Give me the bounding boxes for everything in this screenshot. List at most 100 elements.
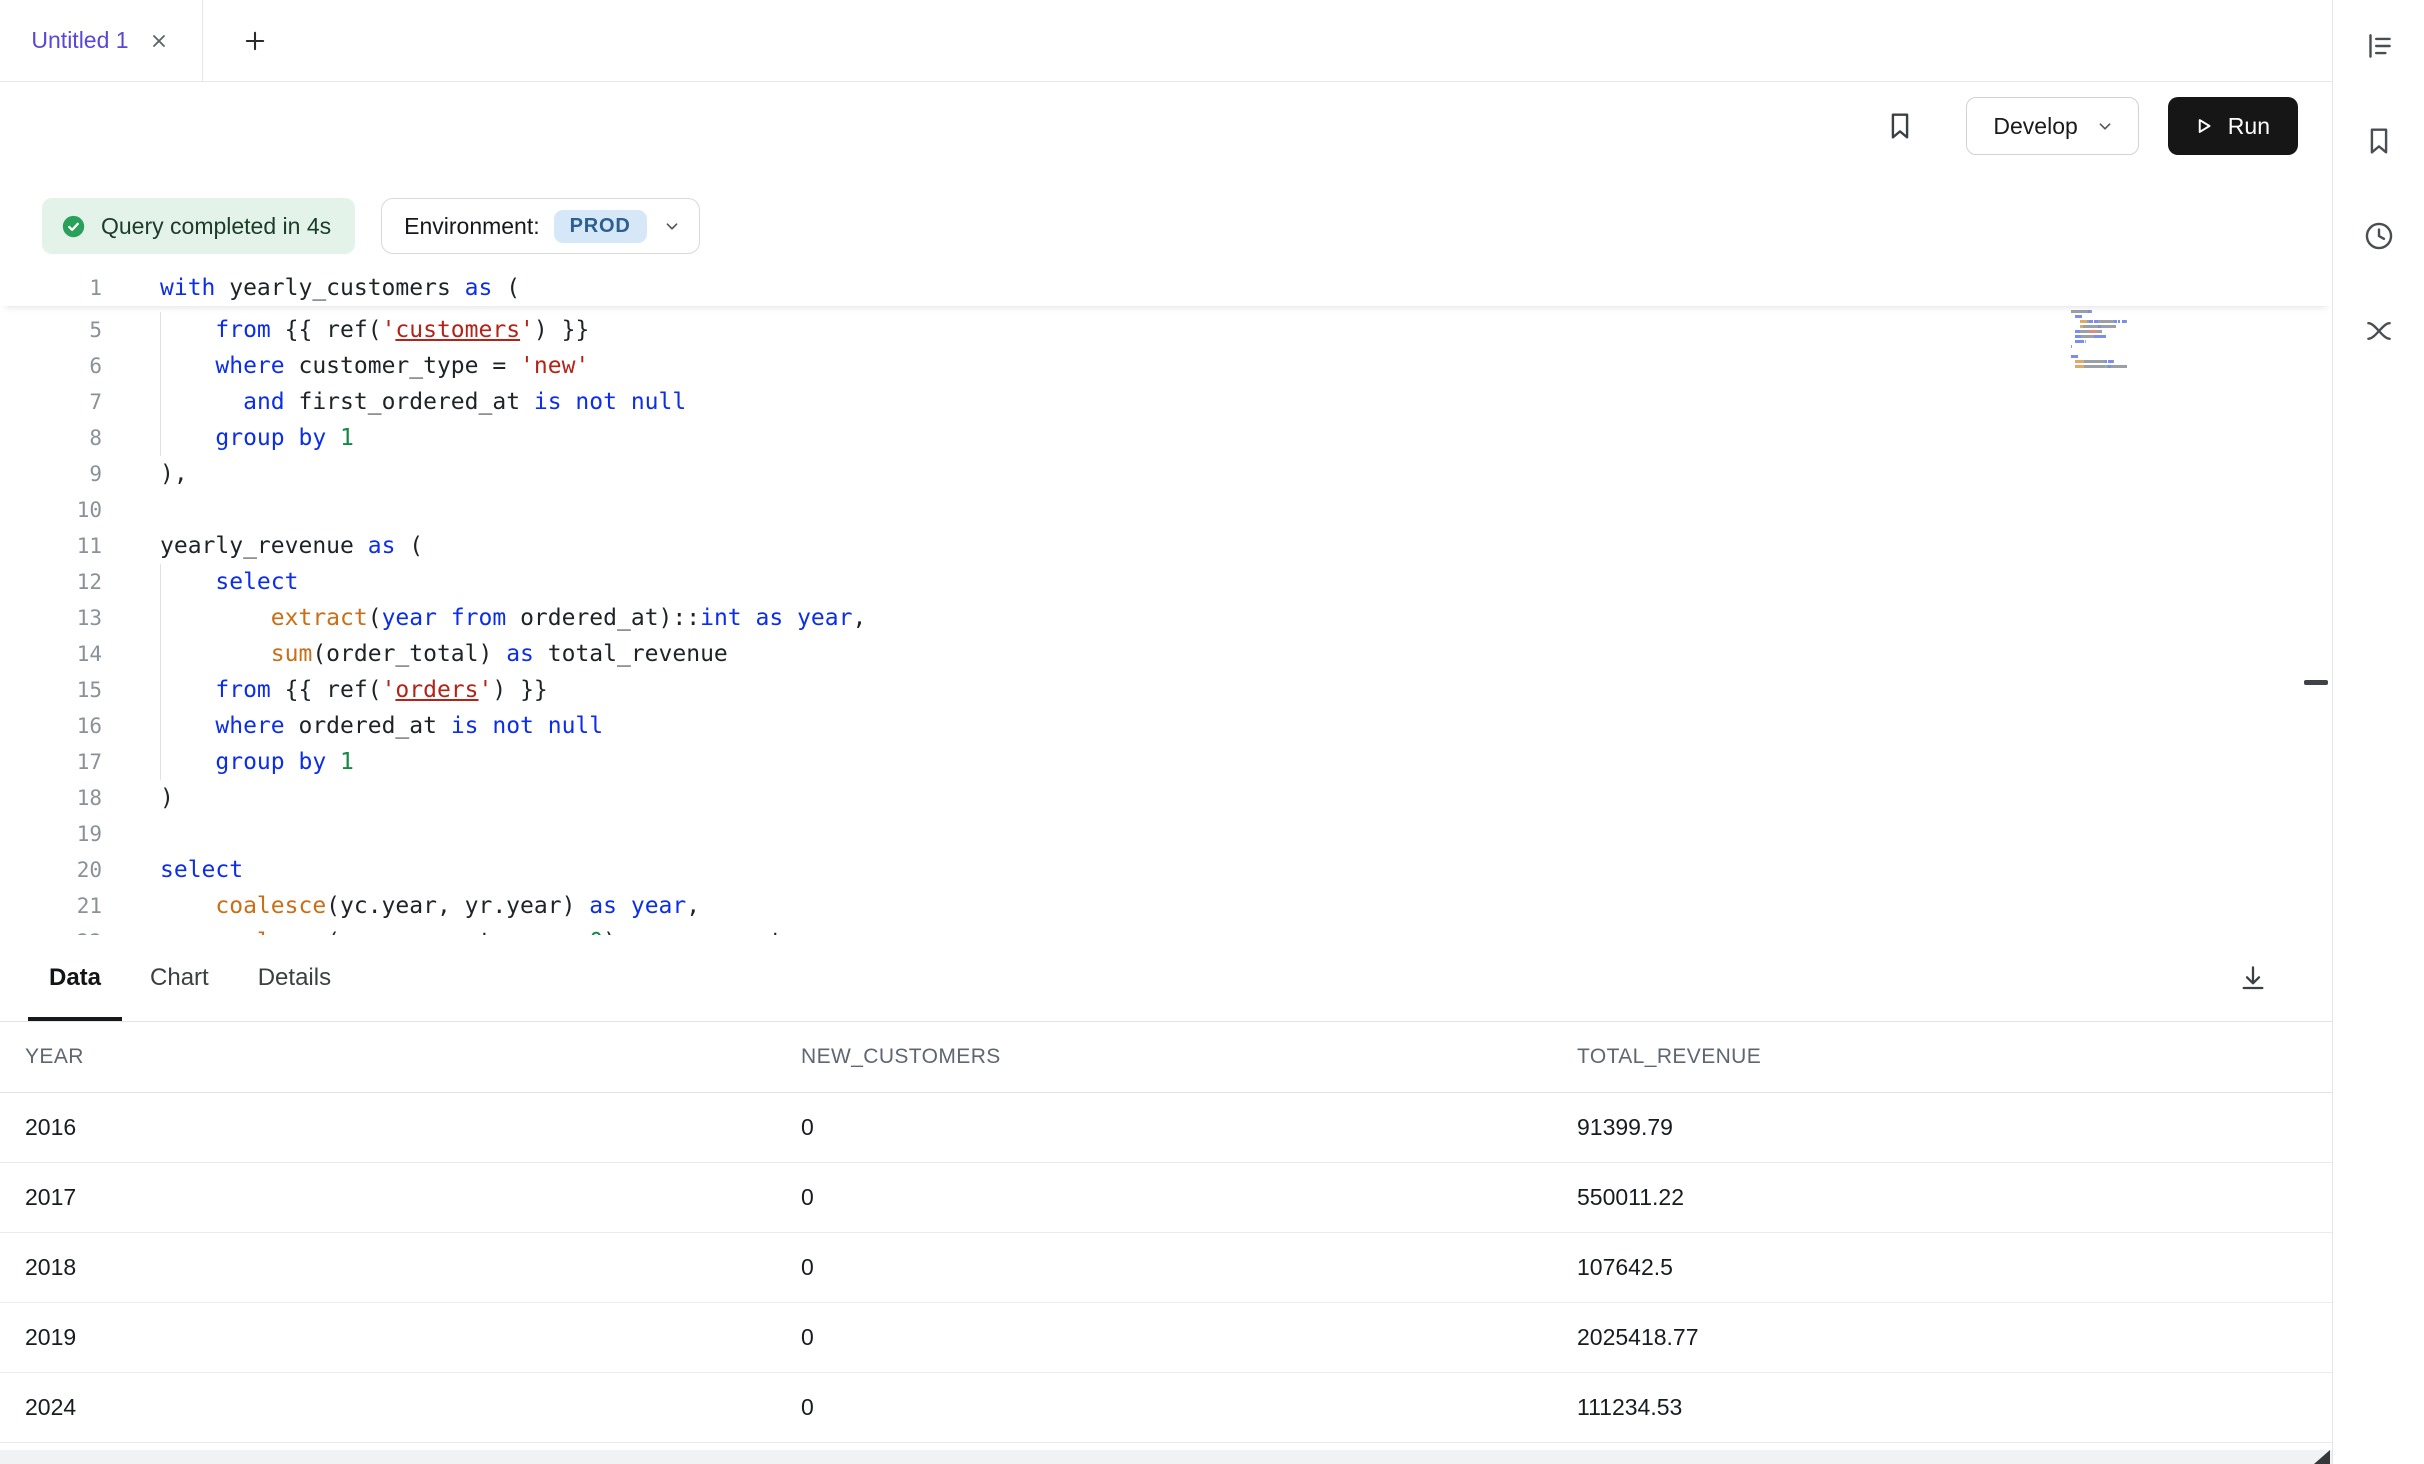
code-text: from {{ ref('customers') }} [102,312,589,348]
code-line[interactable]: 6 where customer_type = 'new' [0,348,2332,384]
minimap-row [2071,360,2184,363]
sticky-scroll-line[interactable]: 1with yearly_customers as ( [0,270,2332,306]
code-token [160,677,215,703]
line-number: 15 [0,672,102,708]
code-line[interactable]: 22 coalesce(yc.new_customers, 0) as new_… [0,924,2332,935]
line-number: 20 [0,852,102,888]
code-token: select [160,857,243,883]
line-number: 9 [0,456,102,492]
tab-untitled-1[interactable]: Untitled 1 [0,0,203,81]
line-number: 22 [0,924,102,935]
develop-dropdown-button[interactable]: Develop [1966,97,2138,155]
code-token: year [631,893,686,919]
code-line[interactable]: 10 [0,492,2332,528]
code-text: and first_ordered_at is not null [102,384,686,420]
code-line[interactable]: 14 sum(order_total) as total_revenue [0,636,2332,672]
code-line[interactable]: 12 select [0,564,2332,600]
resize-grip-icon[interactable] [2314,1450,2330,1464]
code-line[interactable]: 9), [0,456,2332,492]
indent-guide [160,564,161,780]
bookmark-rail-button[interactable] [2355,117,2403,165]
close-icon [147,29,171,53]
table-cell: 0 [801,1324,1577,1351]
horizontal-scrollbar[interactable] [0,1450,2332,1464]
code-token [160,713,215,739]
sticky-code-line[interactable]: 1with yearly_customers as ( [0,270,2332,306]
line-number: 8 [0,420,102,456]
column-header: YEAR [25,1045,801,1069]
document-outline-button[interactable] [2355,22,2403,70]
code-token: as [368,533,396,559]
bookmark-button[interactable] [1876,102,1924,150]
environment-value-badge: PROD [554,210,647,243]
table-cell: 0 [801,1114,1577,1141]
history-button[interactable] [2355,212,2403,260]
editor-tab-bar: Untitled 1 [0,0,2332,82]
results-tabs: Data Chart Details [49,935,380,1021]
column-header: NEW_CUSTOMERS [801,1045,1577,1069]
results-tab-chart[interactable]: Chart [150,935,209,1021]
code-token: {{ ref( [271,317,382,343]
code-token: new_customers, [659,929,867,935]
code-token: {{ ref( [271,677,382,703]
table-row: 2016091399.79 [0,1093,2332,1163]
code-line[interactable]: 5 from {{ ref('customers') }} [0,312,2332,348]
code-token: ( [395,533,423,559]
code-token: (order_total) [312,641,506,667]
code-line[interactable]: 8 group by 1 [0,420,2332,456]
table-cell: 2024 [25,1394,801,1421]
line-number: 13 [0,600,102,636]
document-outline-icon [2362,29,2396,63]
code-line[interactable]: 18) [0,780,2332,816]
new-tab-button[interactable] [231,17,279,65]
code-token: ( [368,605,382,631]
code-token [326,749,340,775]
code-line[interactable]: 20 select [0,852,2332,888]
download-button[interactable] [2229,954,2277,1002]
code-text: extract(year from ordered_at)::int as ye… [102,600,866,636]
code-token: int [700,605,742,631]
code-token: total_revenue [534,641,728,667]
code-line[interactable]: 21 coalesce(yc.year, yr.year) as year, [0,888,2332,924]
sql-editor[interactable]: 1with yearly_customers as ( 5 from {{ re… [0,270,2332,935]
code-token: 0 [589,929,603,935]
bookmark-icon [2362,124,2396,158]
code-token: ( [492,275,520,301]
code-line[interactable]: 16 where ordered_at is not null [0,708,2332,744]
ref-link[interactable]: orders [395,677,478,703]
tab-close-button[interactable] [147,29,171,53]
code-text [102,492,160,528]
code-token: group by [215,749,326,775]
code-text: coalesce(yc.new_customers, 0) as new_cus… [102,924,866,935]
query-status-text: Query completed in 4s [101,213,331,240]
code-text: group by 1 [102,420,354,456]
results-tab-data[interactable]: Data [49,935,101,1021]
table-cell: 2016 [25,1114,801,1141]
minimap-row [2071,345,2184,348]
code-line[interactable]: 11yearly_revenue as ( [0,528,2332,564]
code-line[interactable]: 7 and first_ordered_at is not null [0,384,2332,420]
line-number: 5 [0,312,102,348]
results-tab-details[interactable]: Details [258,935,331,1021]
code-line[interactable]: 15 from {{ ref('orders') }} [0,672,2332,708]
code-token: group by [215,425,326,451]
bookmark-icon [1883,109,1917,143]
code-token [160,641,271,667]
code-line[interactable]: 19 [0,816,2332,852]
environment-dropdown[interactable]: Environment: PROD [381,198,700,254]
run-button[interactable]: Run [2168,97,2298,155]
code-text [102,816,160,852]
code-token: ) }} [534,317,589,343]
ref-link[interactable]: customers [395,317,520,343]
code-token: yearly_revenue [160,533,368,559]
code-token: ' [520,317,534,343]
code-token: year [382,605,437,631]
query-status-badge: Query completed in 4s [42,198,355,254]
status-bar: Query completed in 4s Environment: PROD [0,198,2332,254]
minimap-row [2071,365,2184,368]
code-line[interactable]: 13 extract(year from ordered_at)::int as… [0,600,2332,636]
code-line[interactable]: 17 group by 1 [0,744,2332,780]
line-number: 10 [0,492,102,528]
code-token [160,353,215,379]
lineage-button[interactable] [2355,307,2403,355]
